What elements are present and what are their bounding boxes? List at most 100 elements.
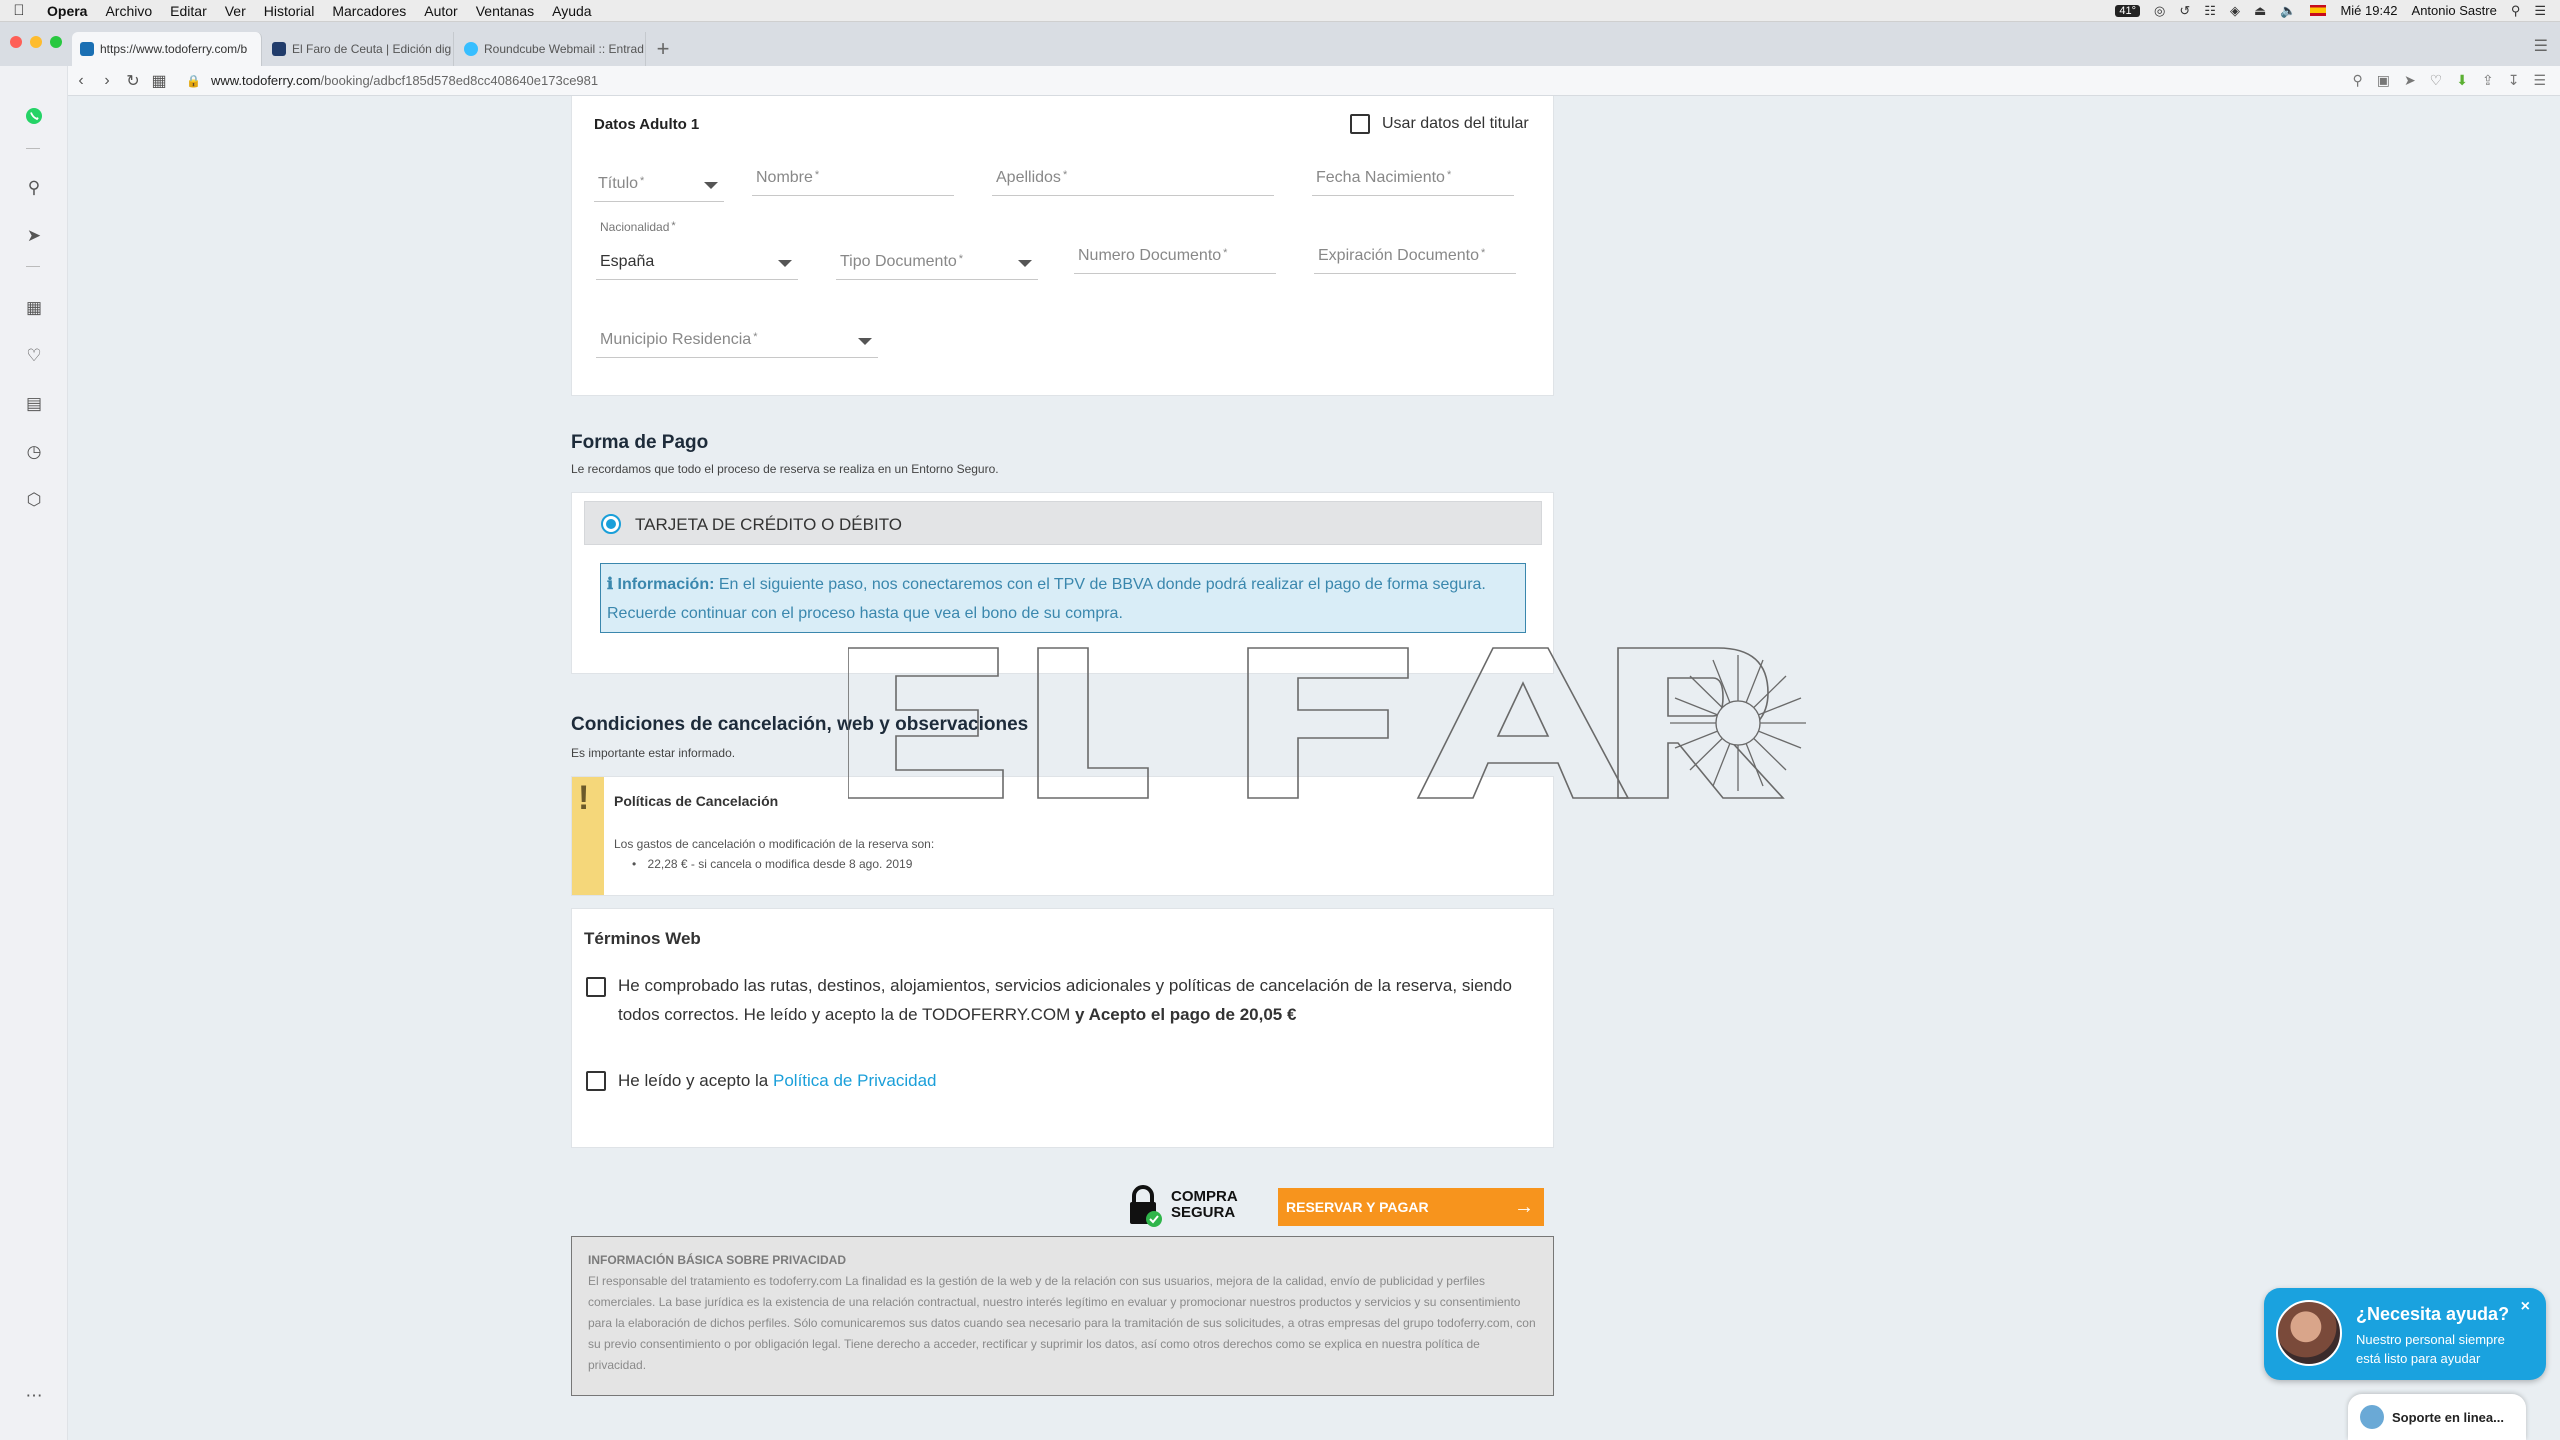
numero-documento-field[interactable]: Numero Documento * <box>1074 238 1276 274</box>
adult-data-card: Datos Adulto 1 Usar datos del titular Tí… <box>571 96 1554 396</box>
menu-autor[interactable]: Autor <box>415 3 466 19</box>
radio-selected-icon[interactable] <box>601 514 621 534</box>
card-payment-option[interactable]: TARJETA DE CRÉDITO O DÉBITO <box>584 501 1542 545</box>
menu-marcadores[interactable]: Marcadores <box>323 3 415 19</box>
titulo-label: Título * <box>598 175 645 192</box>
help-chat-widget[interactable]: ¿Necesita ayuda? Nuestro personal siempr… <box>2264 1288 2546 1380</box>
bookmark-heart-icon[interactable]: ♡ <box>2430 72 2443 89</box>
el-faro-favicon <box>272 42 286 56</box>
fecha-nacimiento-field[interactable]: Fecha Nacimiento * <box>1312 160 1514 196</box>
close-icon[interactable]: × <box>2521 1298 2530 1316</box>
notification-center-icon[interactable]: ☰ <box>2534 3 2546 19</box>
privacy-policy-link[interactable]: Política de Privacidad <box>773 1071 936 1090</box>
apellidos-field[interactable]: Apellidos * <box>992 160 1274 196</box>
info-box: ℹ Información: En el siguiente paso, nos… <box>600 563 1526 633</box>
speed-dial-grid-icon[interactable]: ▦ <box>146 71 172 91</box>
volume-icon[interactable]: 🔈 <box>2280 3 2296 19</box>
expiracion-documento-field[interactable]: Expiración Documento * <box>1314 238 1516 274</box>
municipio-select[interactable]: Municipio Residencia * <box>596 322 878 358</box>
terms-heading: Términos Web <box>584 929 701 948</box>
reserve-button-label: RESERVAR Y PAGAR <box>1286 1199 1429 1215</box>
address-bar-tools: ⚲ ▣ ➤ ♡ ⬇ ⇪ ↧ ☰ <box>2352 72 2560 89</box>
support-online-tab[interactable]: Soporte en linea... <box>2348 1394 2526 1440</box>
zoom-icon[interactable]: ⚲ <box>2352 72 2362 89</box>
url-domain: www.todoferry.com <box>210 73 321 88</box>
url-field[interactable]: www.todoferry.com/booking/adbcf185d578ed… <box>211 73 598 88</box>
menu-ventanas[interactable]: Ventanas <box>467 3 543 19</box>
adult-heading: Datos Adulto 1 <box>594 116 700 133</box>
heart-icon[interactable]: ♡ <box>18 340 50 372</box>
menu-app[interactable]: Opera <box>38 3 96 19</box>
share-icon[interactable]: ⇪ <box>2482 72 2494 89</box>
spotlight-icon[interactable]: ⚲ <box>2511 3 2521 19</box>
tab-el-faro[interactable]: El Faro de Ceuta | Edición dig <box>264 32 454 66</box>
info-icon: ℹ <box>607 576 614 593</box>
send-icon[interactable]: ➤ <box>18 220 50 252</box>
downloads-icon[interactable]: ↧ <box>2508 72 2520 89</box>
nacionalidad-select[interactable]: Nacionalidad * España <box>596 220 798 280</box>
terms-route-checkbox[interactable] <box>586 977 606 997</box>
nombre-field[interactable]: Nombre * <box>752 160 954 196</box>
snapshot-icon[interactable]: ▣ <box>2377 72 2390 89</box>
download-icon[interactable]: ⬇ <box>2456 72 2468 89</box>
menu-ayuda[interactable]: Ayuda <box>543 3 600 19</box>
menu-ver[interactable]: Ver <box>216 3 255 19</box>
privacy-checkbox[interactable] <box>586 1071 606 1091</box>
menu-user[interactable]: Antonio Sastre <box>2412 3 2497 18</box>
creative-cloud-icon[interactable]: ◎ <box>2154 3 2165 19</box>
menu-archivo[interactable]: Archivo <box>96 3 161 19</box>
flag-icon[interactable] <box>2310 5 2327 16</box>
close-window-icon[interactable] <box>10 36 22 48</box>
box-icon[interactable]: ⬡ <box>18 484 50 516</box>
reload-icon[interactable]: ↻ <box>120 71 146 91</box>
privacy-info-title: INFORMACIÓN BÁSICA SOBRE PRIVACIDAD <box>588 1253 847 1267</box>
send-icon[interactable]: ➤ <box>2404 72 2416 89</box>
tipo-documento-select[interactable]: Tipo Documento * <box>836 244 1038 280</box>
menu-editar[interactable]: Editar <box>161 3 216 19</box>
easy-setup-icon[interactable]: ☰ <box>2533 72 2546 89</box>
browser-tab-bar: https://www.todoferry.com/b El Faro de C… <box>0 22 2560 66</box>
policy-item: • 22,28 € - si cancela o modifica desde … <box>632 857 912 871</box>
menu-historial[interactable]: Historial <box>255 3 324 19</box>
vpn-icon[interactable]: ☷ <box>2204 3 2216 19</box>
zoom-window-icon[interactable] <box>50 36 62 48</box>
wifi-icon[interactable]: ◈ <box>2230 3 2240 19</box>
titulo-select[interactable]: Título * <box>594 166 724 202</box>
lighthouse-rays <box>1670 655 1806 791</box>
terms-route-bold: y Acepto el pago de 20,05 € <box>1075 1005 1297 1024</box>
reserve-and-pay-button[interactable]: RESERVAR Y PAGAR → <box>1278 1188 1544 1226</box>
policy-text: Los gastos de cancelación o modificación… <box>614 837 935 851</box>
expiracion-documento-label: Expiración Documento * <box>1318 247 1486 264</box>
use-holder-checkbox[interactable] <box>1350 114 1370 134</box>
nombre-label: Nombre * <box>756 169 820 186</box>
new-tab-button[interactable]: + <box>646 32 680 66</box>
menu-clock[interactable]: Mié 19:42 <box>2340 3 2397 18</box>
browser-sidebar: ⚲ ➤ ▦ ♡ ▤ ◷ ⬡ ⋯ <box>0 66 68 1440</box>
news-icon[interactable]: ▤ <box>18 388 50 420</box>
search-icon[interactable]: ⚲ <box>18 172 50 204</box>
eject-icon[interactable]: ⏏ <box>2254 3 2266 19</box>
time-machine-icon[interactable]: ↺ <box>2179 3 2190 19</box>
help-text: Nuestro personal siempre está listo para… <box>2356 1332 2505 1366</box>
sidebar-separator <box>26 148 40 149</box>
speed-dial-icon[interactable]: ▦ <box>18 292 50 324</box>
forward-icon[interactable]: › <box>94 72 120 90</box>
apple-icon[interactable]:  <box>0 2 38 19</box>
back-icon[interactable]: ‹ <box>68 72 94 90</box>
card-payment-label: TARJETA DE CRÉDITO O DÉBITO <box>635 515 903 534</box>
temperature-badge[interactable]: 41° <box>2115 4 2141 17</box>
history-icon[interactable]: ◷ <box>18 436 50 468</box>
more-icon[interactable]: ⋯ <box>18 1380 50 1412</box>
chevron-down-icon <box>704 182 718 189</box>
use-holder-label: Usar datos del titular <box>1382 115 1529 132</box>
policy-title: Políticas de Cancelación <box>614 793 779 809</box>
cancellation-subtitle: Es importante estar informado. <box>571 746 736 760</box>
minimize-window-icon[interactable] <box>30 36 42 48</box>
support-label: Soporte en linea... <box>2392 1409 2504 1425</box>
whatsapp-icon[interactable] <box>18 100 50 132</box>
tab-menu-icon[interactable]: ☰ <box>2534 36 2560 66</box>
tab-roundcube[interactable]: Roundcube Webmail :: Entrad <box>456 32 646 66</box>
tab-todoferry[interactable]: https://www.todoferry.com/b <box>72 32 262 66</box>
lock-icon[interactable]: 🔒 <box>186 74 201 88</box>
watermark-letter-r <box>1617 647 1785 799</box>
